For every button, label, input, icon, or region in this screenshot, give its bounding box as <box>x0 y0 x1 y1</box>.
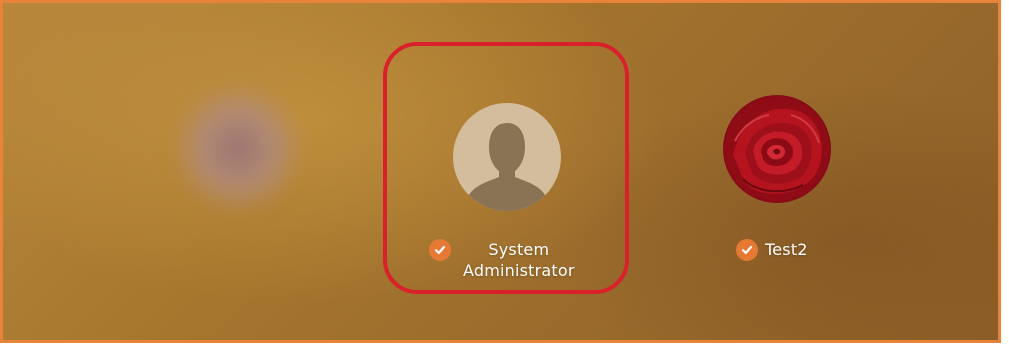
login-user-picker: System Administrator Test2 <box>0 0 1001 343</box>
user-tile-test2[interactable]: Test2 <box>703 95 853 265</box>
person-silhouette-icon <box>453 103 561 211</box>
blurred-user-avatar <box>173 83 303 213</box>
user-name-row: System Administrator <box>429 239 575 281</box>
checkmark-icon <box>429 239 451 261</box>
rose-avatar-icon <box>723 95 831 203</box>
user-tile-system-administrator[interactable]: System Administrator <box>383 42 629 294</box>
user-name-line-1: System <box>488 240 550 259</box>
user-name-label: Test2 <box>765 240 808 259</box>
user-name-row: Test2 <box>736 239 808 261</box>
user-name-line-2: Administrator <box>463 261 575 280</box>
user-name-label: System Administrator <box>463 239 575 281</box>
checkmark-icon <box>736 239 758 261</box>
